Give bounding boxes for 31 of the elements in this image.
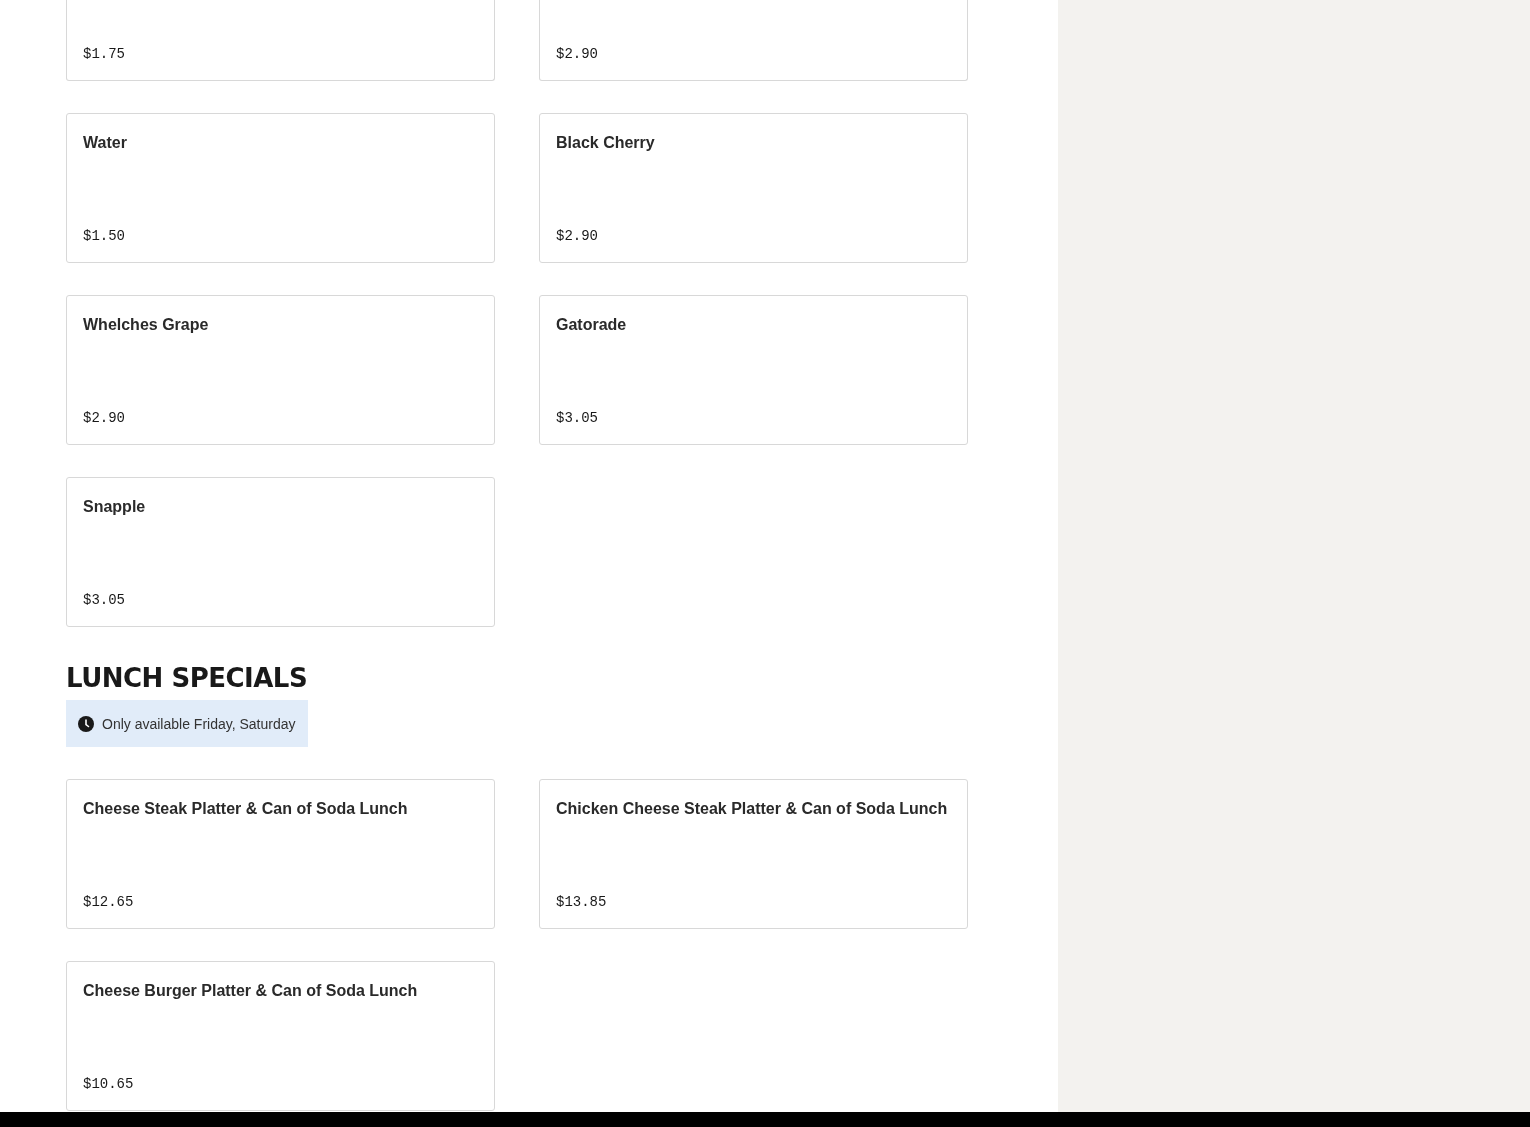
clock-icon (78, 715, 94, 732)
menu-item-card[interactable]: Snapple $3.05 (66, 477, 495, 627)
item-price: $2.90 (556, 46, 599, 62)
item-name: Cheese Burger Platter & Can of Soda Lunch (83, 982, 419, 1000)
availability-text: Only available Friday, Saturday (102, 715, 296, 732)
item-price: $1.50 (83, 228, 126, 244)
menu-item-card[interactable]: Cheese Burger Platter & Can of Soda Lunch $10.65 (66, 961, 495, 1111)
menu-item-card[interactable]: Chicken Cheese Steak Platter & Can of Soda Lunch $13.85 (539, 779, 968, 929)
item-price: $2.90 (556, 228, 599, 244)
menu-item-card[interactable]: Cheese Steak Platter & Can of Soda Lunch $12.65 (66, 779, 495, 929)
menu-item-card[interactable]: $1.75 (66, 0, 495, 81)
menu-item-card[interactable]: $2.90 (539, 0, 968, 81)
section-heading: LUNCH SPECIALS (66, 662, 309, 694)
item-name: Water (83, 134, 128, 152)
item-name: Whelches Grape (83, 316, 210, 334)
menu-item-card[interactable]: Water $1.50 (66, 113, 495, 263)
item-price: $1.75 (83, 46, 126, 62)
item-price: $10.65 (83, 1076, 135, 1092)
menu-item-card[interactable]: Whelches Grape $2.90 (66, 295, 495, 445)
item-name: Black Cherry (556, 134, 656, 152)
item-name: Snapple (83, 498, 147, 516)
item-price: $3.05 (83, 592, 126, 608)
menu-item-card[interactable]: Black Cherry $2.90 (539, 113, 968, 263)
item-name: Cheese Steak Platter & Can of Soda Lunch (83, 800, 409, 818)
item-name: Gatorade (556, 316, 628, 334)
item-name: Chicken Cheese Steak Platter & Can of Soda Lunch (556, 800, 949, 818)
menu-item-card[interactable]: Gatorade $3.05 (539, 295, 968, 445)
item-price: $13.85 (556, 894, 608, 910)
item-price: $12.65 (83, 894, 135, 910)
item-price: $2.90 (83, 410, 126, 426)
item-price: $3.05 (556, 410, 599, 426)
